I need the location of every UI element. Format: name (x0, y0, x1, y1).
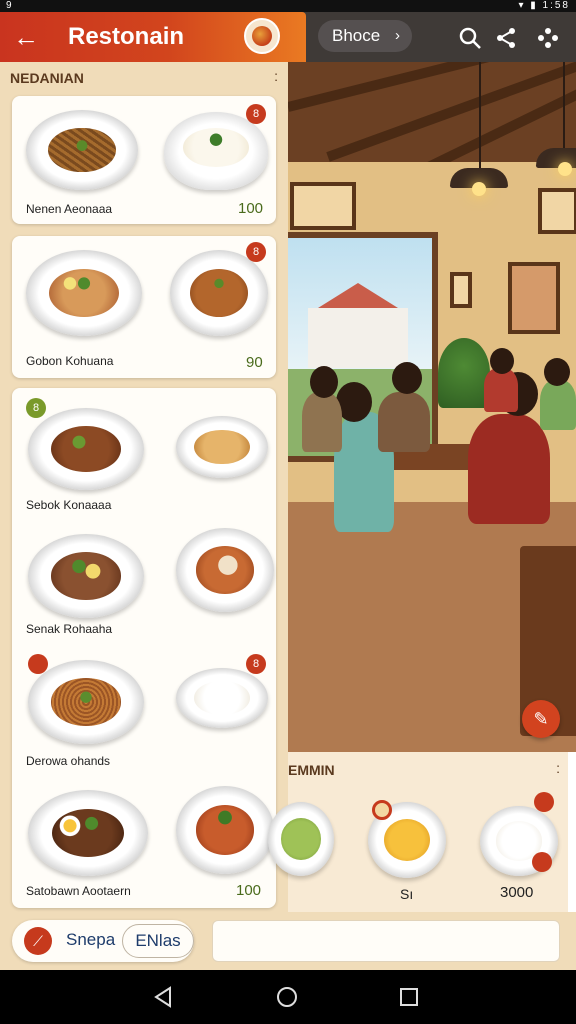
app-title: Restonain (68, 23, 185, 50)
menu-card[interactable]: 8 Gobon Kohuana 90 (12, 236, 276, 378)
nav-back-icon[interactable] (148, 982, 178, 1012)
dish-name: Gobon Kohuana (26, 354, 114, 368)
recommendation-card: EMMIN : Sı 3000 (268, 752, 576, 912)
chip-inner-button[interactable]: ENlas (122, 924, 194, 958)
menu-panel: NEDANIAN : 8 Nenen Aeonaaa 100 8 Gobon K… (0, 62, 288, 912)
dish-image[interactable] (176, 786, 274, 874)
dish-image[interactable] (28, 408, 144, 490)
dish-image[interactable] (28, 790, 148, 876)
status-bar: 9 ▾ ▮ 1:58 (0, 0, 576, 12)
dish-name: Satobawn Aootaern (26, 884, 131, 898)
dish-image[interactable] (176, 528, 274, 612)
bottom-input[interactable] (212, 920, 560, 962)
tag-icon: ⟋ (24, 927, 52, 955)
chip-label: Snepa (66, 930, 116, 949)
chevron-right-icon: › (395, 27, 400, 44)
badge-icon: 8 (246, 242, 266, 262)
restaurant-scene-image (288, 62, 576, 752)
title-tab: ← Restonain (0, 12, 306, 62)
status-right: ▾ ▮ 1:58 (518, 0, 570, 11)
recommendation-heading: EMMIN (288, 762, 335, 778)
share-icon[interactable] (492, 24, 520, 52)
back-arrow-icon: ← (13, 22, 39, 52)
dish-name: Sebok Konaaaa (26, 498, 112, 512)
dish-name: Derowa ohands (26, 754, 111, 768)
dish-image[interactable] (176, 416, 268, 478)
choose-button[interactable]: Bhoce › (318, 20, 412, 52)
menu-card[interactable]: 8 Nenen Aeonaaa 100 (12, 96, 276, 224)
dish-name: Nenen Aeonaaa (26, 202, 113, 216)
dish-image (26, 110, 138, 190)
bottom-action-bar: ⟋ Snepa ENlas (0, 912, 576, 970)
search-icon[interactable] (456, 24, 484, 52)
dish-image (26, 250, 142, 336)
menu-grid-icon[interactable] (534, 24, 562, 52)
recommendation-more-icon[interactable]: : (556, 760, 560, 776)
dish-name: Senak Rohaaha (26, 622, 113, 636)
status-left: 9 (6, 0, 12, 11)
app-bar: ← Restonain Bhoce › (0, 12, 576, 62)
badge-icon: 8 (246, 654, 266, 674)
dish-image (170, 250, 268, 336)
dish-image[interactable] (28, 534, 144, 618)
dish-image[interactable] (28, 660, 144, 744)
edit-fab-button[interactable]: ✎ (522, 700, 560, 738)
panel-more-icon[interactable]: : (274, 68, 278, 84)
restaurant-logo-icon (244, 18, 280, 54)
nav-home-icon[interactable] (272, 982, 302, 1012)
snepa-chip[interactable]: ⟋ Snepa ENlas (12, 920, 194, 962)
dish-image[interactable] (268, 802, 334, 876)
dish-price: 90 (246, 354, 263, 371)
dish-image (164, 112, 268, 190)
badge-icon (372, 800, 392, 820)
badge-icon: 8 (246, 104, 266, 124)
menu-list-card: 8 Sebok Konaaaa Senak Rohaaha 8 Derowa o… (12, 388, 276, 908)
back-button[interactable]: ← (10, 22, 42, 52)
system-nav-bar (0, 970, 576, 1024)
badge-icon (534, 792, 554, 812)
edit-icon: ✎ (533, 709, 549, 729)
dish-price: 100 (238, 200, 264, 217)
choose-label: Bhoce (332, 26, 381, 45)
dish-price: 100 (236, 882, 262, 899)
dish-price: 3000 (500, 884, 534, 901)
badge-icon (532, 852, 552, 872)
nav-recents-icon[interactable] (394, 982, 424, 1012)
panel-heading: NEDANIAN (10, 70, 84, 86)
dish-image[interactable] (176, 668, 268, 728)
dish-label: Sı (400, 886, 414, 902)
badge-icon: 8 (26, 398, 46, 418)
